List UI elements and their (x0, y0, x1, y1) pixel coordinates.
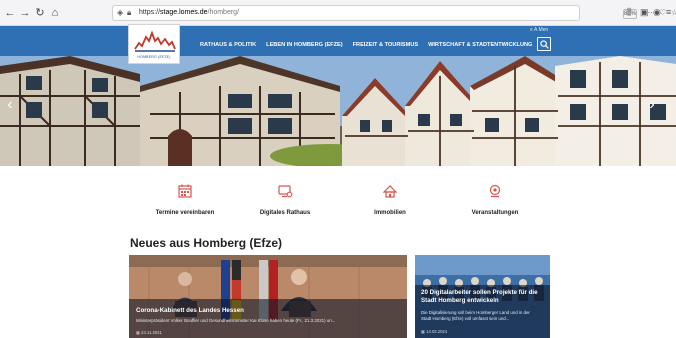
news-card-excerpt-line-2: Stadt Homberg (Efze) voll umfasst sein u… (421, 316, 510, 321)
quick-link-label: Veranstaltungen (471, 210, 519, 216)
main-navigation: RATHAUS & POLITIK LEBEN IN HOMBERG (EFZE… (200, 42, 532, 52)
quick-link-digitales-rathaus[interactable]: Digitales Rathaus (240, 183, 330, 223)
sidebar-icon[interactable]: ▣ (640, 7, 649, 18)
address-bar[interactable]: ◈ 🔒︎ https://stage.lomes.de/homberg/ 80%… (112, 5, 676, 21)
hero-next-arrow-icon[interactable]: › (646, 96, 658, 114)
nav-freizeit-tourismus[interactable]: FREIZEIT & TOURISMUS (353, 42, 418, 52)
shield-icon[interactable]: ◈ (117, 8, 123, 17)
search-icon (540, 40, 549, 49)
news-heading: Neues aus Homberg (Efze) (130, 236, 283, 250)
hero-image: ‹ › (0, 56, 676, 166)
news-card-title[interactable]: Corona-Kabinett des Landes Hessen (136, 307, 244, 314)
quick-link-immobilien[interactable]: Immobilien (345, 183, 435, 223)
url-path: /homberg/ (207, 9, 240, 16)
forward-icon[interactable]: → (19, 7, 31, 19)
menu-icon[interactable]: ≡ (666, 7, 671, 17)
quick-link-label: Digitales Rathaus (259, 210, 311, 216)
news-card-digitalarbeiter[interactable]: 20 Digitalarbeiter sollen Projekte für d… (415, 255, 550, 338)
logo-wordmark: HOMBERG (EFZE) (137, 55, 171, 59)
quick-link-veranstaltungen[interactable]: Veranstaltungen (450, 183, 540, 223)
quick-links: Termine vereinbaren Digitales Rathaus Im… (140, 183, 560, 223)
digital-town-hall-icon (278, 185, 293, 198)
back-icon[interactable]: ← (4, 7, 16, 19)
search-button[interactable] (537, 37, 551, 51)
lock-icon[interactable]: 🔒︎ (127, 8, 131, 18)
url-scheme: https:// (139, 9, 161, 16)
events-icon (489, 184, 501, 198)
news-card-title-text: 20 Digitalarbeiter sollen Projekte für d… (421, 289, 538, 304)
news-card-title[interactable]: 20 Digitalarbeiter sollen Projekte für d… (421, 289, 545, 305)
nav-leben-in-homberg[interactable]: LEBEN IN HOMBERG (EFZE) (266, 42, 342, 52)
quick-link-label: Immobilien (374, 210, 406, 216)
news-date-value: 24.11.2021 (141, 330, 162, 335)
skyline-logo-icon (134, 30, 176, 52)
quick-link-termine[interactable]: Termine vereinbaren (140, 183, 230, 223)
url-host: stage.lomes.de (160, 9, 208, 16)
browser-toolbar: ← → ↻ ⌂ ◈ 🔒︎ https://stage.lomes.de/homb… (0, 0, 676, 26)
url-text[interactable]: https://stage.lomes.de/homberg/ (139, 9, 239, 16)
account-icon[interactable]: ◉ (653, 7, 661, 18)
site-logo[interactable]: HOMBERG (EFZE) (128, 24, 180, 64)
library-icon[interactable]: ⫼ (627, 7, 631, 18)
news-card-date: ▦ 24.11.2021 (136, 330, 162, 335)
quick-link-label: Termine vereinbaren (155, 210, 215, 216)
bookmark-star-icon[interactable]: ☆ (671, 8, 676, 17)
reload-icon[interactable]: ↻ (34, 7, 46, 19)
half-timbered-houses-illustration (0, 56, 676, 166)
nav-wirtschaft-stadtentwicklung[interactable]: WIRTSCHAFT & STADTENTWICKLUNG (428, 42, 532, 52)
hero-prev-arrow-icon[interactable]: ‹ (4, 96, 16, 114)
news-card-corona-kabinett[interactable]: Corona-Kabinett des Landes Hessen Minist… (129, 255, 407, 338)
news-date-value: 14.03.2024 (426, 329, 448, 334)
site-header: ≡ A Men RATHAUS & POLITIK LEBEN IN HOMBE… (0, 26, 676, 56)
home-icon[interactable]: ⌂ (49, 7, 61, 19)
real-estate-icon (382, 185, 398, 198)
news-card-date: ▦ 14.03.2024 (421, 329, 448, 334)
top-right-link[interactable]: ≡ A Men (530, 27, 548, 33)
nav-rathaus-politik[interactable]: RATHAUS & POLITIK (200, 42, 256, 52)
news-card-excerpt: Ministerpräsident Volker Bouffier und Ge… (136, 318, 336, 323)
calendar-icon (178, 184, 192, 198)
